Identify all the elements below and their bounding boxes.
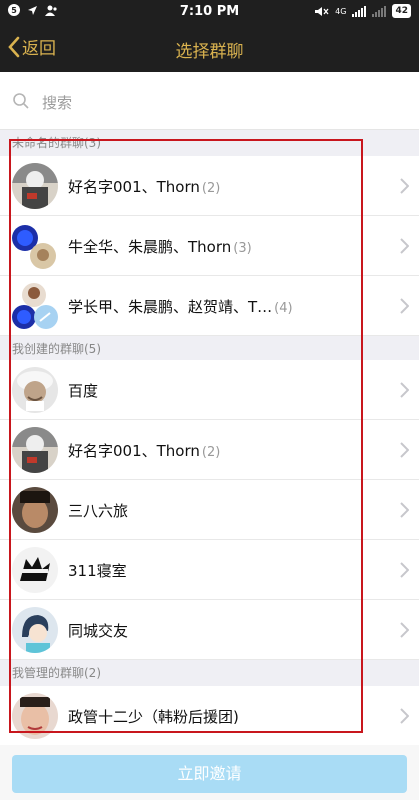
- group-name: 同城交友: [68, 622, 129, 640]
- group-row[interactable]: 百度: [0, 360, 419, 420]
- group-name: 学长甲、朱晨鹏、赵贺靖、T… (4): [68, 298, 293, 316]
- cartoon-girl-avatar: [12, 607, 58, 653]
- group-row[interactable]: 政管十二少（韩粉后援团): [0, 686, 419, 746]
- avatar-tile: [12, 305, 36, 329]
- wolf-avatar: [12, 547, 58, 593]
- group-name: 政管十二少（韩粉后援团): [68, 708, 239, 726]
- section-header-managed: 我管理的群聊(2): [0, 660, 419, 686]
- group-row[interactable]: 好名字001、Thorn (2): [0, 156, 419, 216]
- chevron-right-icon: [400, 178, 409, 194]
- search-placeholder: 搜索: [42, 94, 73, 112]
- chevron-right-icon: [400, 382, 409, 398]
- group-name: 311寝室: [68, 562, 127, 580]
- group-row[interactable]: 学长甲、朱晨鹏、赵贺靖、T… (4): [0, 276, 419, 336]
- chevron-right-icon: [400, 442, 409, 458]
- invite-button[interactable]: 立即邀请: [12, 755, 407, 793]
- signal-icon: [352, 5, 367, 17]
- person-avatar: [12, 693, 58, 739]
- avatar-tile: [34, 305, 58, 329]
- search-field[interactable]: 搜索: [0, 72, 419, 130]
- group-row[interactable]: 牛全华、朱晨鹏、Thorn (3): [0, 216, 419, 276]
- avatar-tile: [22, 283, 46, 307]
- search-icon: [13, 93, 29, 109]
- chevron-right-icon: [400, 562, 409, 578]
- face-avatar: [12, 487, 58, 533]
- composite-avatar: [12, 223, 58, 269]
- einstein-avatar: [12, 367, 58, 413]
- chevron-right-icon: [400, 298, 409, 314]
- battery-icon: 42: [392, 4, 411, 18]
- group-row[interactable]: 好名字001、Thorn (2): [0, 420, 419, 480]
- group-row[interactable]: 同城交友: [0, 600, 419, 660]
- status-right-icons: 4G 42: [315, 4, 411, 18]
- chevron-right-icon: [400, 708, 409, 724]
- signal-secondary-icon: [372, 5, 387, 17]
- footer-bar: 立即邀请: [0, 745, 419, 800]
- group-name: 好名字001、Thorn (2): [68, 178, 221, 196]
- chevron-right-icon: [400, 238, 409, 254]
- portrait-avatar: [12, 163, 58, 209]
- group-name: 好名字001、Thorn (2): [68, 442, 221, 460]
- navigation-bar: 返回 选择群聊: [0, 24, 419, 72]
- group-row[interactable]: 311寝室: [0, 540, 419, 600]
- network-type: 4G: [335, 6, 347, 16]
- chevron-right-icon: [400, 502, 409, 518]
- mute-icon: [315, 6, 329, 16]
- status-bar: 5 7:10 PM 4G 42: [0, 0, 419, 24]
- portrait-avatar: [12, 427, 58, 473]
- group-name: 百度: [68, 382, 99, 400]
- group-name: 三八六旅: [68, 502, 129, 520]
- group-name: 牛全华、朱晨鹏、Thorn (3): [68, 238, 252, 256]
- group-row[interactable]: 三八六旅: [0, 480, 419, 540]
- page-title: 选择群聊: [175, 42, 244, 62]
- section-header-unnamed: 未命名的群聊(3): [0, 130, 419, 156]
- composite-avatar: [12, 283, 58, 329]
- chevron-right-icon: [400, 622, 409, 638]
- section-header-created: 我创建的群聊(5): [0, 336, 419, 362]
- avatar-tile: [30, 243, 56, 269]
